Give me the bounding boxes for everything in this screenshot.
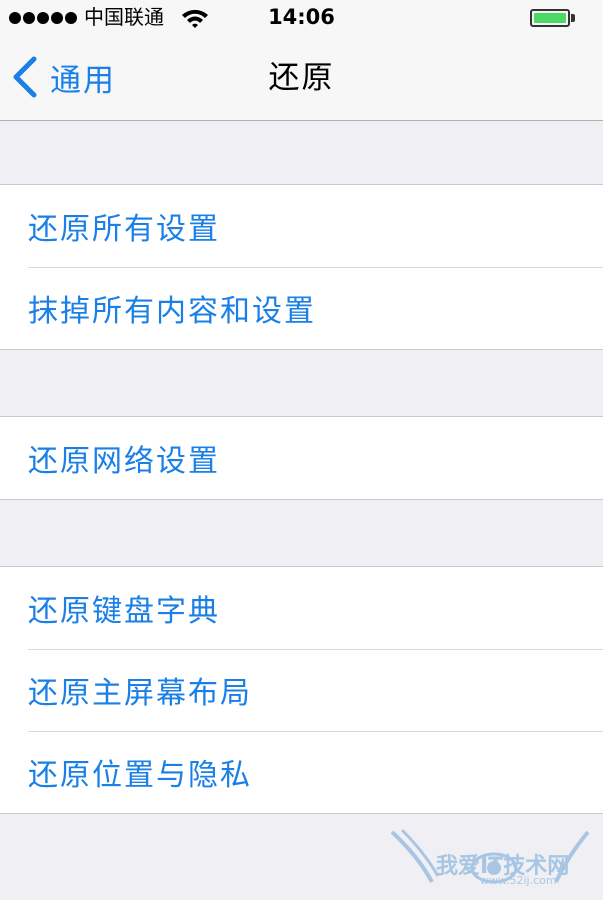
cell-label: 还原位置与隐私 <box>28 758 252 793</box>
settings-group-3: 还原键盘字典 还原主屏幕布局 还原位置与隐私 <box>0 566 603 814</box>
reset-location-privacy-cell[interactable]: 还原位置与隐私 <box>0 731 603 813</box>
battery-tip <box>571 14 575 22</box>
watermark-logo: 我爱IT技术网 www.52ij.com <box>388 826 600 896</box>
erase-all-content-cell[interactable]: 抹掉所有内容和设置 <box>0 267 603 349</box>
cell-label: 还原网络设置 <box>28 444 220 479</box>
cell-label: 还原键盘字典 <box>28 594 220 629</box>
reset-network-settings-cell[interactable]: 还原网络设置 <box>0 417 603 499</box>
navigation-bar: 通用 还原 <box>0 36 603 121</box>
reset-all-settings-cell[interactable]: 还原所有设置 <box>0 185 603 267</box>
battery-icon <box>530 9 570 27</box>
cell-label: 还原主屏幕布局 <box>28 676 252 711</box>
status-time: 14:06 <box>268 5 335 29</box>
cell-label: 还原所有设置 <box>28 212 220 247</box>
settings-group-2: 还原网络设置 <box>0 416 603 500</box>
watermark-text: 我爱IT技术网 <box>436 854 570 879</box>
watermark-subtext: www.52ij.com <box>480 874 557 887</box>
reset-keyboard-dictionary-cell[interactable]: 还原键盘字典 <box>0 567 603 649</box>
eye-wings-icon <box>390 828 590 884</box>
settings-group-1: 还原所有设置 抹掉所有内容和设置 <box>0 184 603 350</box>
status-bar: 中国联通 14:06 <box>0 0 603 36</box>
reset-home-screen-layout-cell[interactable]: 还原主屏幕布局 <box>0 649 603 731</box>
page-title: 还原 <box>268 60 335 96</box>
cell-label: 抹掉所有内容和设置 <box>28 294 316 329</box>
